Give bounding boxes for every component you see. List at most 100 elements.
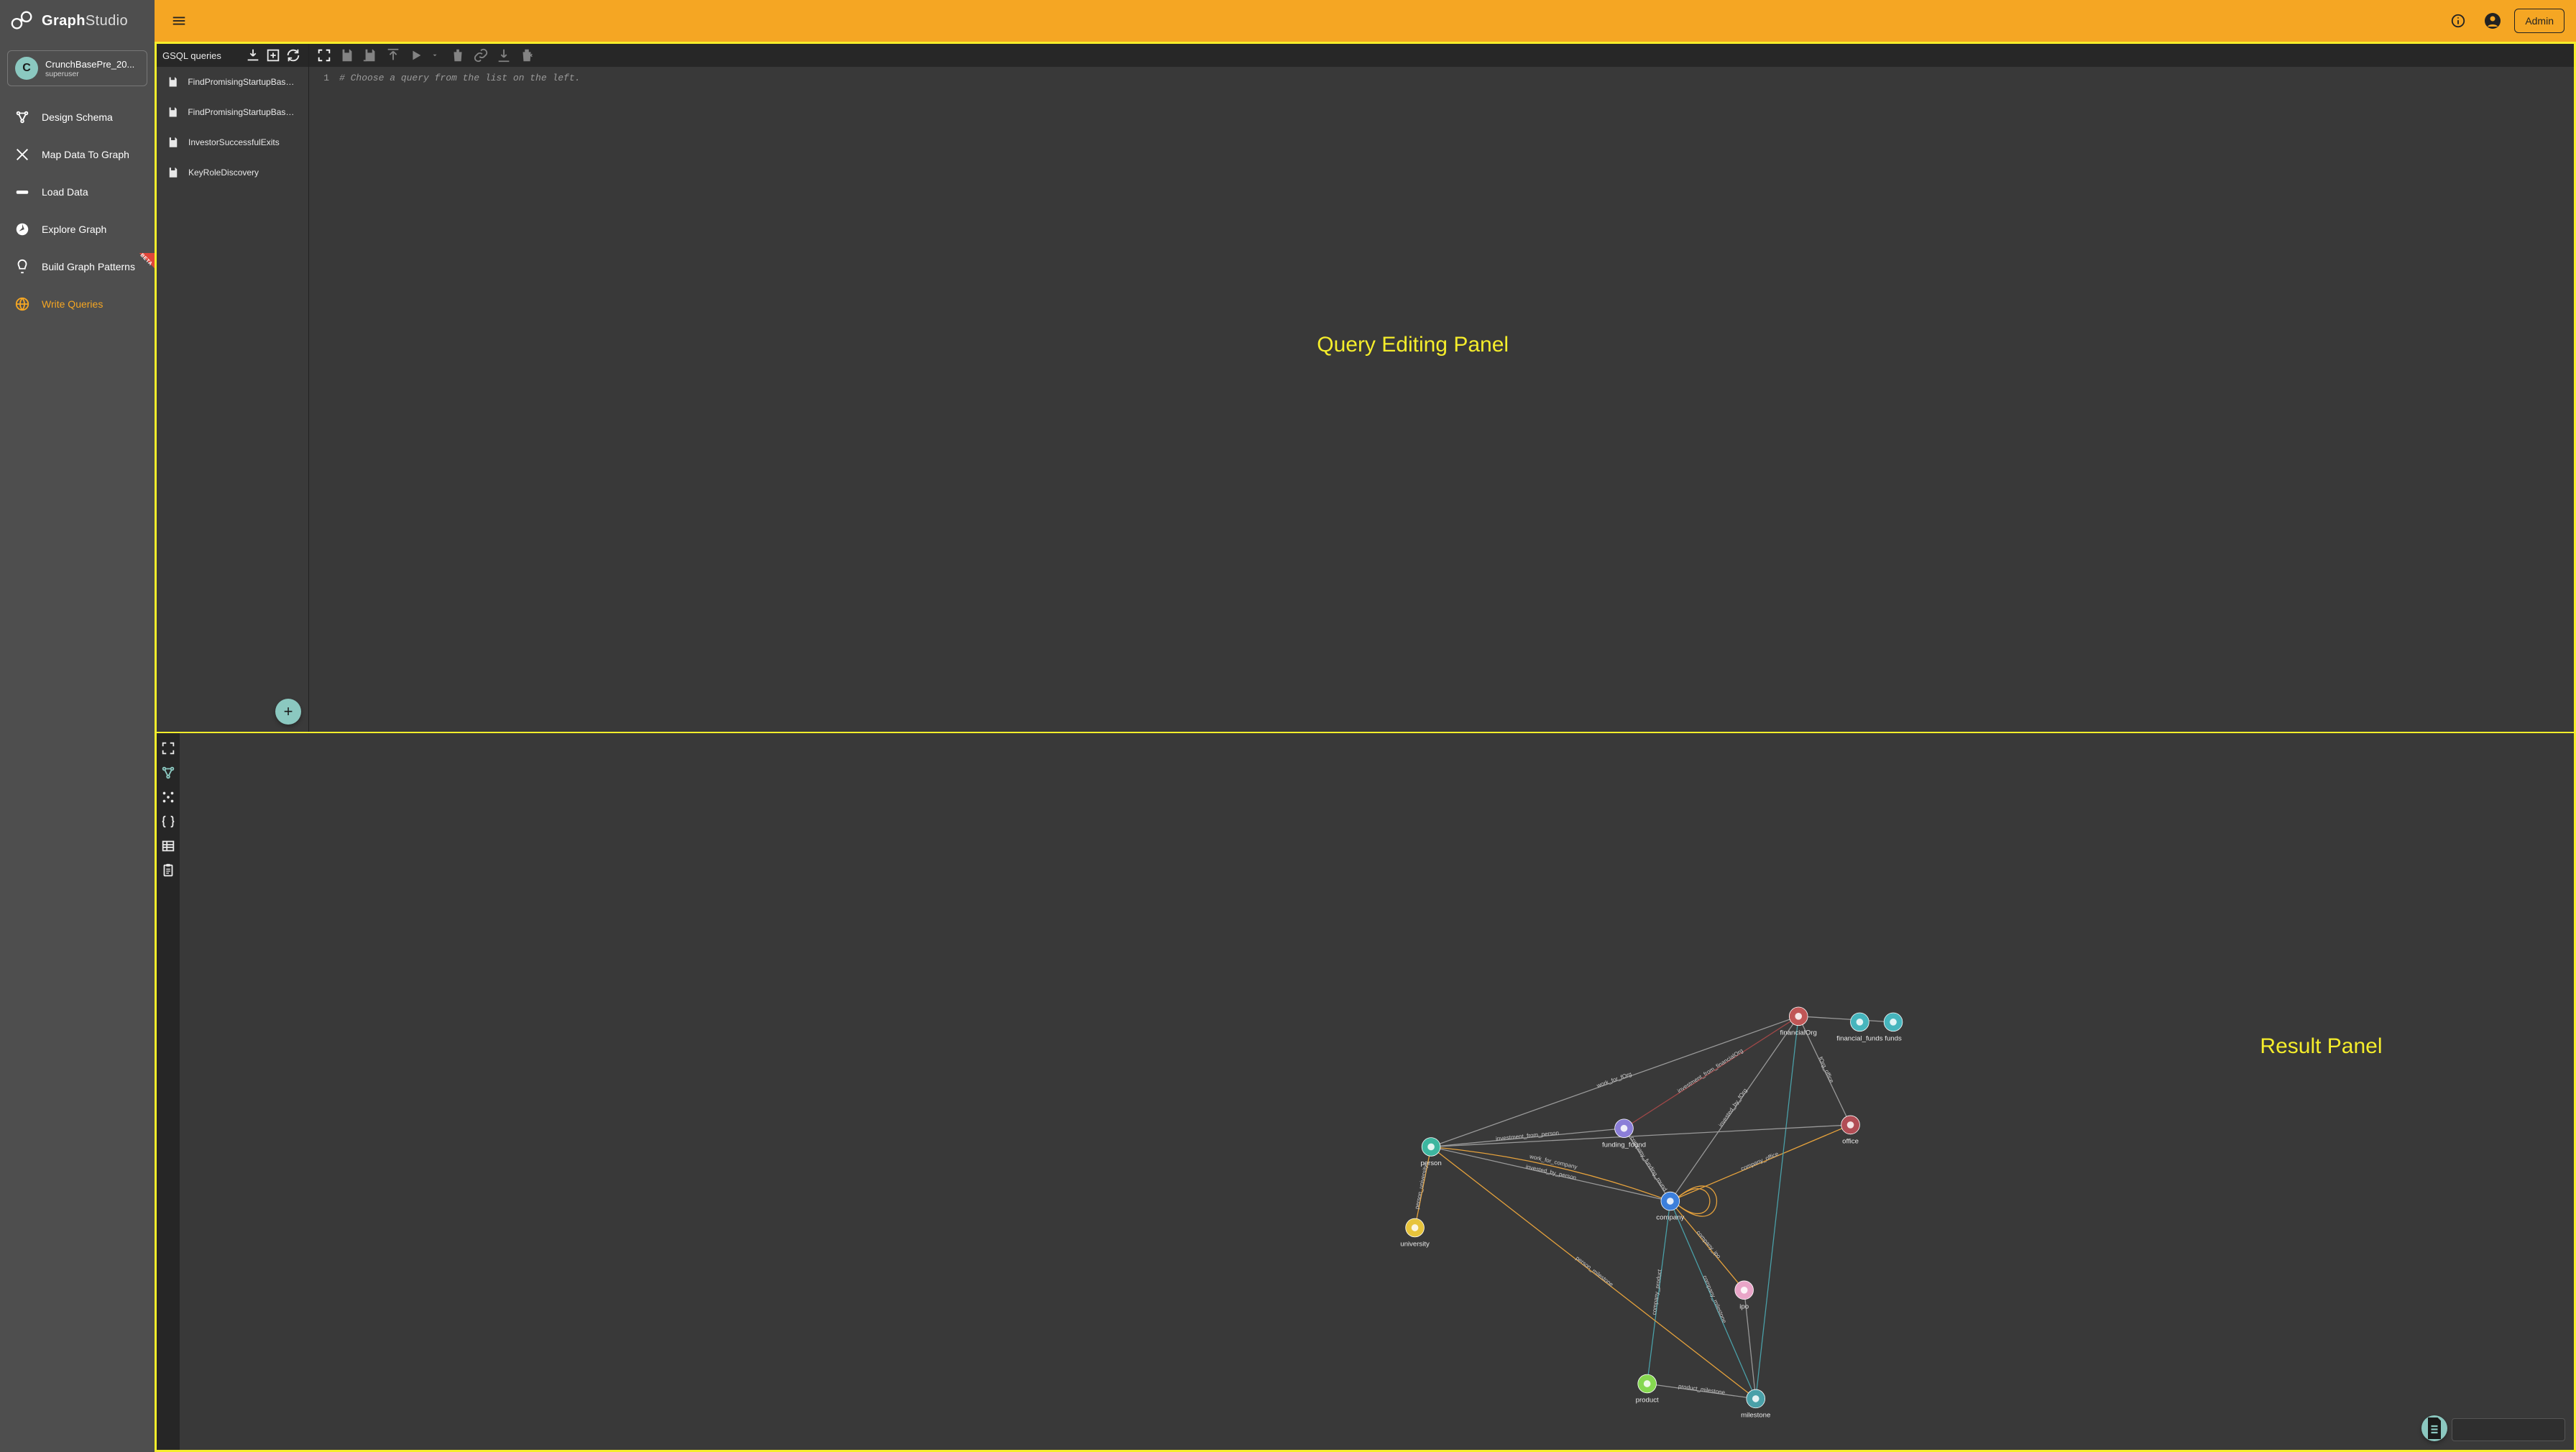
publish-button[interactable] xyxy=(385,47,401,63)
result-panel: person_universityinvestment_from_personi… xyxy=(155,732,2576,1452)
clear-button[interactable] xyxy=(519,47,535,63)
edge-label: company_ipo xyxy=(1695,1229,1722,1260)
graph-node[interactable]: funds xyxy=(1884,1013,1903,1043)
saved-query-icon xyxy=(167,106,179,119)
endpoint-button[interactable] xyxy=(473,47,489,63)
account-icon xyxy=(2484,12,2501,29)
graph-node[interactable]: university xyxy=(1400,1219,1430,1249)
query-list-item[interactable]: InvestorSuccessfulExits xyxy=(157,127,308,157)
play-icon xyxy=(408,47,424,63)
graph-canvas[interactable]: person_universityinvestment_from_personi… xyxy=(180,733,2574,1450)
add-query-button[interactable]: + xyxy=(275,699,301,725)
menu-toggle-button[interactable] xyxy=(166,8,192,34)
save-button[interactable] xyxy=(339,47,355,63)
account-button[interactable] xyxy=(2480,8,2506,34)
info-button[interactable] xyxy=(2445,8,2471,34)
app-logo: GraphStudio xyxy=(0,0,155,42)
edge-label: company_product xyxy=(1651,1269,1663,1315)
nav-map-data[interactable]: Map Data To Graph xyxy=(0,137,155,173)
result-search[interactable] xyxy=(2452,1418,2565,1441)
nav-label: Design Schema xyxy=(42,111,113,123)
export-result-button[interactable] xyxy=(2421,1415,2447,1441)
project-role: superuser xyxy=(45,70,134,78)
query-list-title: GSQL queries xyxy=(162,50,241,61)
download-icon xyxy=(496,47,512,63)
run-button[interactable] xyxy=(408,47,424,63)
query-list-item[interactable]: KeyRoleDiscovery xyxy=(157,157,308,188)
graph-node[interactable]: person xyxy=(1420,1138,1441,1168)
code-editor[interactable]: 1 # Choose a query from the list on the … xyxy=(309,67,2574,732)
expand-result-button[interactable] xyxy=(160,740,176,756)
edge-label: product_milestone xyxy=(1678,1383,1726,1396)
download-query-button[interactable] xyxy=(496,47,512,63)
topbar: Admin xyxy=(155,0,2576,42)
project-selector[interactable]: C CrunchBasePre_20... superuser xyxy=(7,50,147,86)
graph-node[interactable]: financialOrg xyxy=(1780,1007,1817,1037)
nav-design-schema[interactable]: Design Schema xyxy=(0,99,155,135)
nav-label: Map Data To Graph xyxy=(42,149,129,160)
chevron-down-icon xyxy=(431,52,438,59)
nav-explore-graph[interactable]: Explore Graph xyxy=(0,211,155,247)
nav-build-patterns[interactable]: Build Graph Patterns BETA xyxy=(0,249,155,285)
fullscreen-icon xyxy=(160,740,176,756)
graph-node[interactable]: financial_funds xyxy=(1836,1013,1882,1043)
graph-node[interactable]: product xyxy=(1636,1375,1659,1405)
graph-node[interactable]: milestone xyxy=(1741,1389,1770,1420)
query-name: FindPromisingStartupBased... xyxy=(188,77,298,87)
query-list-item[interactable]: FindPromisingStartupBased... xyxy=(157,67,308,97)
graph-view-button[interactable] xyxy=(160,765,176,781)
document-icon xyxy=(2421,1415,2447,1441)
node-label: company xyxy=(1656,1214,1684,1222)
search-input[interactable] xyxy=(2464,1424,2574,1435)
node-label: university xyxy=(1400,1241,1430,1249)
expand-editor-button[interactable] xyxy=(316,47,332,63)
graph-node[interactable]: funding_found xyxy=(1602,1119,1646,1149)
node-label: funding_found xyxy=(1602,1141,1646,1149)
query-list-item[interactable]: FindPromisingStartupBased... xyxy=(157,97,308,127)
json-view-button[interactable] xyxy=(160,814,176,830)
admin-button[interactable]: Admin xyxy=(2514,9,2564,33)
run-options-button[interactable] xyxy=(427,47,443,63)
nav-write-queries[interactable]: Write Queries xyxy=(0,286,155,322)
main-nav: Design Schema Map Data To Graph Load Dat… xyxy=(0,99,155,322)
download-queries-button[interactable] xyxy=(245,47,261,63)
graph-edge[interactable] xyxy=(1676,1189,1710,1214)
edge-label: person_university xyxy=(1414,1164,1429,1210)
save-as-button[interactable] xyxy=(362,47,378,63)
project-name: CrunchBasePre_20... xyxy=(45,59,134,70)
save-icon xyxy=(339,47,355,63)
nav-label: Build Graph Patterns xyxy=(42,261,135,272)
graph-edge[interactable] xyxy=(1798,1016,1893,1022)
graph-node[interactable]: office xyxy=(1841,1116,1860,1146)
map-data-icon xyxy=(14,147,30,162)
graph-node[interactable]: ipo xyxy=(1735,1281,1754,1311)
nav-label: Load Data xyxy=(42,186,88,198)
layout-button[interactable] xyxy=(160,789,176,805)
edge-label: investment_from_financialOrg xyxy=(1676,1047,1744,1094)
node-label: funds xyxy=(1885,1035,1902,1043)
delete-button[interactable] xyxy=(450,47,466,63)
nav-load-data[interactable]: Load Data xyxy=(0,174,155,210)
node-label: ipo xyxy=(1739,1303,1749,1311)
refresh-queries-button[interactable] xyxy=(285,47,301,63)
project-avatar: C xyxy=(15,57,38,80)
log-view-button[interactable] xyxy=(160,863,176,878)
query-name: InvestorSuccessfulExits xyxy=(188,137,280,147)
install-queries-button[interactable] xyxy=(265,47,281,63)
upload-icon xyxy=(385,47,401,63)
logo-icon xyxy=(10,9,34,33)
info-icon xyxy=(2450,13,2466,29)
logo-text-strong: Graph xyxy=(42,13,86,29)
braces-icon xyxy=(160,814,176,830)
clipboard-icon xyxy=(160,863,176,878)
edge-label: work_for_fOrg xyxy=(1595,1071,1632,1090)
trash-icon xyxy=(450,47,466,63)
nav-label: Explore Graph xyxy=(42,224,106,235)
refresh-icon xyxy=(285,47,301,63)
edge-label: person_milestone xyxy=(1575,1255,1615,1288)
graph-edge[interactable] xyxy=(1756,1016,1798,1399)
node-label: product xyxy=(1636,1397,1659,1405)
layout-icon xyxy=(160,789,176,805)
table-view-button[interactable] xyxy=(160,838,176,854)
saved-query-icon xyxy=(167,166,180,179)
